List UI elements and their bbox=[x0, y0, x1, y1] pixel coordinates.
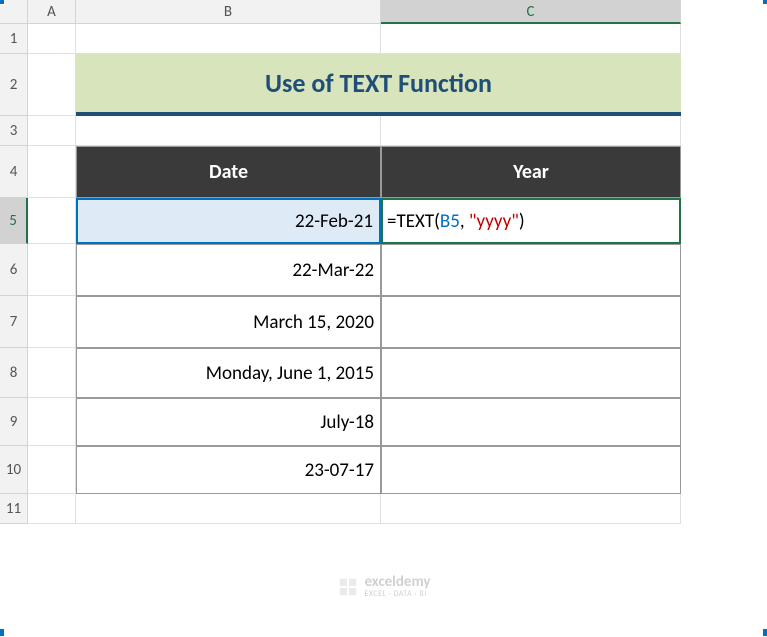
cell-A10[interactable] bbox=[28, 446, 76, 494]
cell-C11[interactable] bbox=[381, 494, 681, 524]
cell-A7[interactable] bbox=[28, 296, 76, 348]
cell-A11[interactable] bbox=[28, 494, 76, 524]
cell-A6[interactable] bbox=[28, 244, 76, 296]
cell-A9[interactable] bbox=[28, 398, 76, 446]
cell-B5[interactable]: 22-Feb-21 bbox=[76, 198, 381, 244]
cell-B11[interactable] bbox=[76, 494, 381, 524]
cell-A8[interactable] bbox=[28, 348, 76, 398]
